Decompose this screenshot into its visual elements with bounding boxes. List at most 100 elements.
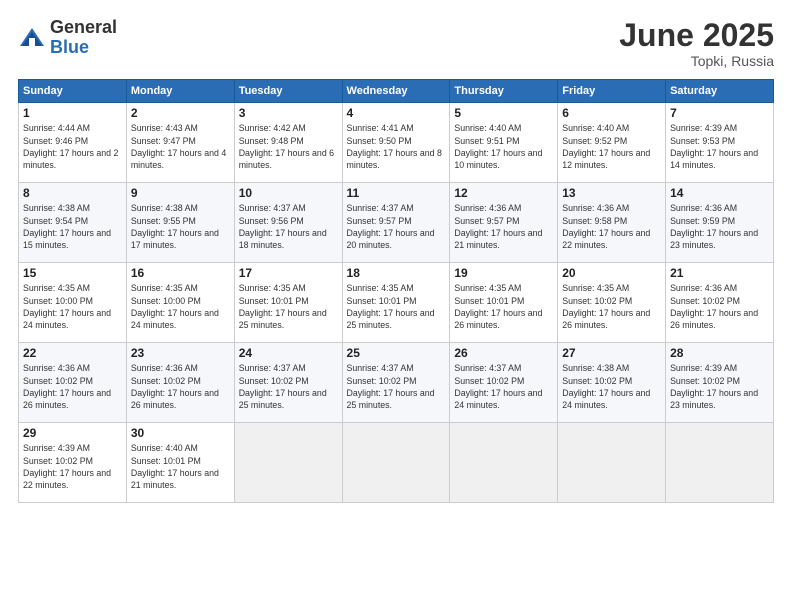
daylight-label: Daylight: 17 hours and 17 minutes. xyxy=(131,228,219,250)
sunrise-label: Sunrise: 4:35 AM xyxy=(239,283,306,293)
day-number: 17 xyxy=(239,266,338,280)
table-row: 13 Sunrise: 4:36 AM Sunset: 9:58 PM Dayl… xyxy=(558,183,666,263)
sunrise-label: Sunrise: 4:37 AM xyxy=(454,363,521,373)
sunset-label: Sunset: 9:58 PM xyxy=(562,216,627,226)
day-info: Sunrise: 4:35 AM Sunset: 10:00 PM Daylig… xyxy=(131,282,230,331)
day-info: Sunrise: 4:35 AM Sunset: 10:00 PM Daylig… xyxy=(23,282,122,331)
sunrise-label: Sunrise: 4:35 AM xyxy=(454,283,521,293)
sunset-label: Sunset: 9:56 PM xyxy=(239,216,304,226)
sunrise-label: Sunrise: 4:39 AM xyxy=(670,123,737,133)
calendar-row: 8 Sunrise: 4:38 AM Sunset: 9:54 PM Dayli… xyxy=(19,183,774,263)
sunrise-label: Sunrise: 4:39 AM xyxy=(670,363,737,373)
col-saturday: Saturday xyxy=(666,80,774,103)
sunset-label: Sunset: 10:01 PM xyxy=(454,296,524,306)
table-row: 22 Sunrise: 4:36 AM Sunset: 10:02 PM Day… xyxy=(19,343,127,423)
sunset-label: Sunset: 10:00 PM xyxy=(23,296,93,306)
sunset-label: Sunset: 10:01 PM xyxy=(347,296,417,306)
day-info: Sunrise: 4:43 AM Sunset: 9:47 PM Dayligh… xyxy=(131,122,230,171)
sunrise-label: Sunrise: 4:43 AM xyxy=(131,123,198,133)
sunset-label: Sunset: 10:02 PM xyxy=(562,296,632,306)
table-row: 16 Sunrise: 4:35 AM Sunset: 10:00 PM Day… xyxy=(126,263,234,343)
col-tuesday: Tuesday xyxy=(234,80,342,103)
day-info: Sunrise: 4:40 AM Sunset: 10:01 PM Daylig… xyxy=(131,442,230,491)
table-row: 14 Sunrise: 4:36 AM Sunset: 9:59 PM Dayl… xyxy=(666,183,774,263)
day-number: 23 xyxy=(131,346,230,360)
table-row: 21 Sunrise: 4:36 AM Sunset: 10:02 PM Day… xyxy=(666,263,774,343)
sunset-label: Sunset: 9:51 PM xyxy=(454,136,519,146)
sunset-label: Sunset: 10:02 PM xyxy=(23,376,93,386)
table-row xyxy=(342,423,450,503)
daylight-label: Daylight: 17 hours and 24 minutes. xyxy=(23,308,111,330)
daylight-label: Daylight: 17 hours and 25 minutes. xyxy=(347,308,435,330)
day-number: 25 xyxy=(347,346,446,360)
sunset-label: Sunset: 9:54 PM xyxy=(23,216,88,226)
sunrise-label: Sunrise: 4:35 AM xyxy=(562,283,629,293)
day-number: 10 xyxy=(239,186,338,200)
table-row: 27 Sunrise: 4:38 AM Sunset: 10:02 PM Day… xyxy=(558,343,666,423)
sunset-label: Sunset: 9:47 PM xyxy=(131,136,196,146)
table-row xyxy=(666,423,774,503)
table-row: 23 Sunrise: 4:36 AM Sunset: 10:02 PM Day… xyxy=(126,343,234,423)
sunset-label: Sunset: 9:53 PM xyxy=(670,136,735,146)
daylight-label: Daylight: 17 hours and 18 minutes. xyxy=(239,228,327,250)
sunset-label: Sunset: 9:50 PM xyxy=(347,136,412,146)
day-number: 3 xyxy=(239,106,338,120)
sunset-label: Sunset: 10:02 PM xyxy=(562,376,632,386)
table-row: 29 Sunrise: 4:39 AM Sunset: 10:02 PM Day… xyxy=(19,423,127,503)
day-info: Sunrise: 4:36 AM Sunset: 9:59 PM Dayligh… xyxy=(670,202,769,251)
day-info: Sunrise: 4:36 AM Sunset: 9:58 PM Dayligh… xyxy=(562,202,661,251)
daylight-label: Daylight: 17 hours and 23 minutes. xyxy=(670,228,758,250)
table-row: 4 Sunrise: 4:41 AM Sunset: 9:50 PM Dayli… xyxy=(342,103,450,183)
daylight-label: Daylight: 17 hours and 25 minutes. xyxy=(239,308,327,330)
table-row: 30 Sunrise: 4:40 AM Sunset: 10:01 PM Day… xyxy=(126,423,234,503)
daylight-label: Daylight: 17 hours and 26 minutes. xyxy=(562,308,650,330)
day-info: Sunrise: 4:35 AM Sunset: 10:02 PM Daylig… xyxy=(562,282,661,331)
table-row: 3 Sunrise: 4:42 AM Sunset: 9:48 PM Dayli… xyxy=(234,103,342,183)
sunrise-label: Sunrise: 4:36 AM xyxy=(670,203,737,213)
sunrise-label: Sunrise: 4:42 AM xyxy=(239,123,306,133)
table-row: 24 Sunrise: 4:37 AM Sunset: 10:02 PM Day… xyxy=(234,343,342,423)
daylight-label: Daylight: 17 hours and 22 minutes. xyxy=(562,228,650,250)
day-number: 29 xyxy=(23,426,122,440)
day-number: 24 xyxy=(239,346,338,360)
day-info: Sunrise: 4:37 AM Sunset: 10:02 PM Daylig… xyxy=(347,362,446,411)
day-number: 1 xyxy=(23,106,122,120)
table-row: 28 Sunrise: 4:39 AM Sunset: 10:02 PM Day… xyxy=(666,343,774,423)
day-number: 22 xyxy=(23,346,122,360)
calendar-row: 22 Sunrise: 4:36 AM Sunset: 10:02 PM Day… xyxy=(19,343,774,423)
daylight-label: Daylight: 17 hours and 24 minutes. xyxy=(562,388,650,410)
day-number: 6 xyxy=(562,106,661,120)
sunrise-label: Sunrise: 4:37 AM xyxy=(239,363,306,373)
sunset-label: Sunset: 9:57 PM xyxy=(347,216,412,226)
table-row xyxy=(450,423,558,503)
sunrise-label: Sunrise: 4:36 AM xyxy=(23,363,90,373)
day-info: Sunrise: 4:42 AM Sunset: 9:48 PM Dayligh… xyxy=(239,122,338,171)
day-number: 8 xyxy=(23,186,122,200)
sunset-label: Sunset: 9:59 PM xyxy=(670,216,735,226)
daylight-label: Daylight: 17 hours and 21 minutes. xyxy=(454,228,542,250)
table-row: 15 Sunrise: 4:35 AM Sunset: 10:00 PM Day… xyxy=(19,263,127,343)
sunset-label: Sunset: 10:02 PM xyxy=(454,376,524,386)
sunset-label: Sunset: 10:01 PM xyxy=(131,456,201,466)
table-row: 26 Sunrise: 4:37 AM Sunset: 10:02 PM Day… xyxy=(450,343,558,423)
day-number: 14 xyxy=(670,186,769,200)
header: General Blue June 2025 Topki, Russia xyxy=(18,18,774,69)
day-info: Sunrise: 4:39 AM Sunset: 10:02 PM Daylig… xyxy=(23,442,122,491)
day-info: Sunrise: 4:35 AM Sunset: 10:01 PM Daylig… xyxy=(239,282,338,331)
col-sunday: Sunday xyxy=(19,80,127,103)
sunrise-label: Sunrise: 4:36 AM xyxy=(670,283,737,293)
daylight-label: Daylight: 17 hours and 15 minutes. xyxy=(23,228,111,250)
sunset-label: Sunset: 10:02 PM xyxy=(347,376,417,386)
sunrise-label: Sunrise: 4:40 AM xyxy=(562,123,629,133)
daylight-label: Daylight: 17 hours and 26 minutes. xyxy=(670,308,758,330)
day-info: Sunrise: 4:40 AM Sunset: 9:52 PM Dayligh… xyxy=(562,122,661,171)
table-row: 5 Sunrise: 4:40 AM Sunset: 9:51 PM Dayli… xyxy=(450,103,558,183)
table-row xyxy=(558,423,666,503)
day-info: Sunrise: 4:35 AM Sunset: 10:01 PM Daylig… xyxy=(454,282,553,331)
day-number: 18 xyxy=(347,266,446,280)
sunrise-label: Sunrise: 4:38 AM xyxy=(23,203,90,213)
calendar-row: 1 Sunrise: 4:44 AM Sunset: 9:46 PM Dayli… xyxy=(19,103,774,183)
sunset-label: Sunset: 10:02 PM xyxy=(670,376,740,386)
sunrise-label: Sunrise: 4:38 AM xyxy=(562,363,629,373)
daylight-label: Daylight: 17 hours and 25 minutes. xyxy=(239,388,327,410)
